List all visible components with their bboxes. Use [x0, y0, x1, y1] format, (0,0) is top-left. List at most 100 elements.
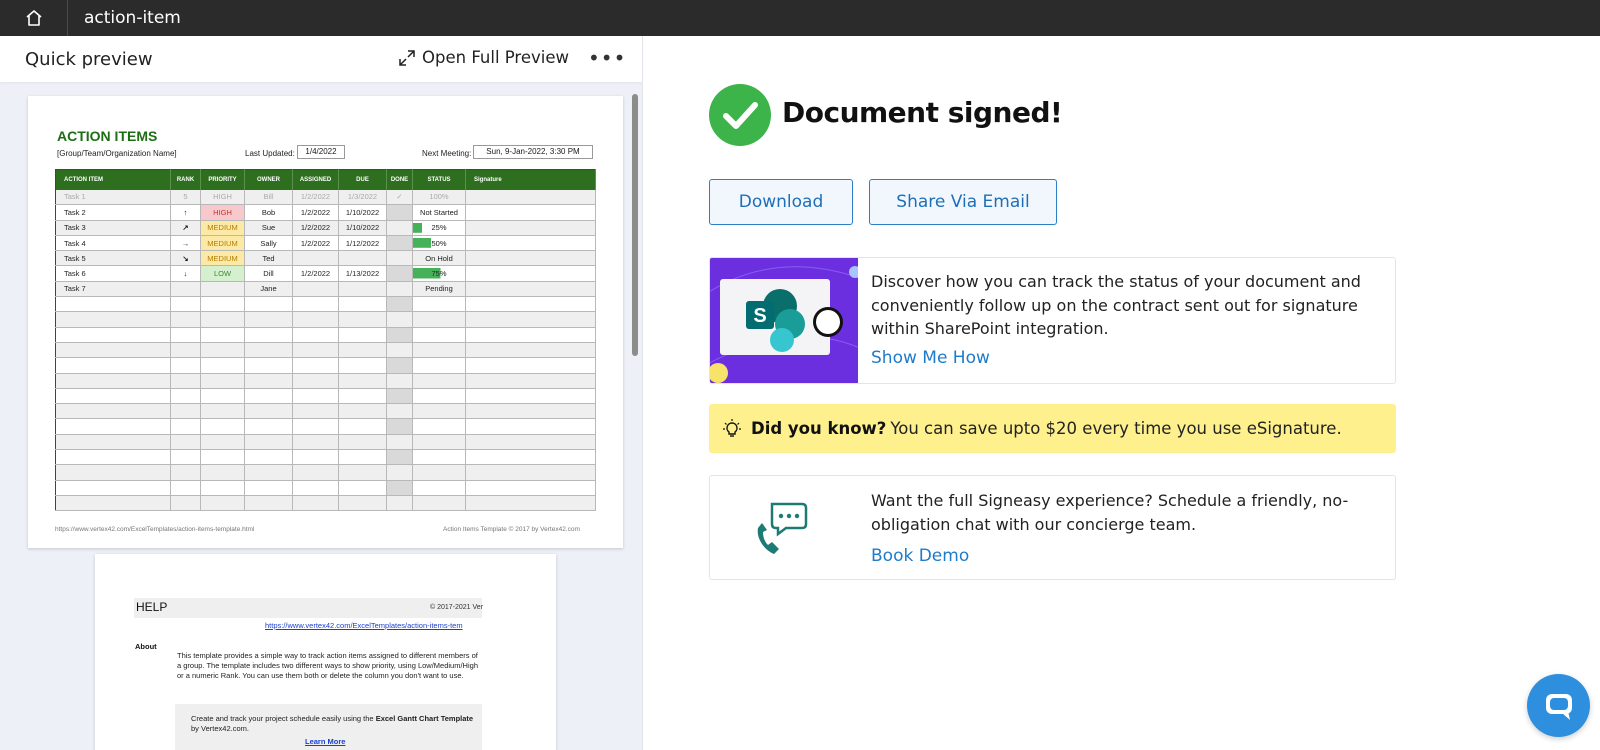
tip-banner: Did you know? You can save upto $20 ever…	[709, 404, 1396, 453]
table-cell	[55, 311, 171, 328]
table-cell: Sally	[244, 235, 293, 252]
book-demo-link[interactable]: Book Demo	[871, 546, 969, 566]
table-cell	[55, 495, 171, 512]
table-cell: Task 4	[55, 235, 171, 252]
table-cell	[465, 418, 596, 435]
home-icon	[25, 10, 42, 26]
table-cell	[200, 434, 245, 451]
table-cell: Task 7	[55, 281, 171, 298]
preview-page-2: HELP © 2017-2021 Ver https://www.vertex4…	[95, 554, 556, 750]
table-cell	[386, 327, 413, 343]
table-cell	[170, 357, 201, 374]
table-cell	[200, 373, 245, 389]
learn-more-link: Learn More	[305, 737, 346, 746]
table-cell: Task 5	[55, 250, 171, 267]
table-cell	[55, 296, 171, 313]
svg-text:S: S	[753, 305, 766, 327]
table-cell	[55, 388, 171, 405]
table-cell	[465, 327, 596, 343]
table-cell	[465, 480, 596, 496]
chat-icon	[1545, 693, 1572, 720]
home-button[interactable]	[0, 0, 68, 36]
table-cell	[170, 449, 201, 466]
table-cell	[338, 342, 387, 359]
table-row: Task 6 ↓ LOW Dill 1/2/2022 1/13/2022 75%	[55, 265, 596, 282]
action-items-table: ACTION ITEM RANK PRIORITY OWNER ASSIGNED…	[55, 169, 596, 512]
gantt-text-bold: Excel Gantt Chart Template	[375, 714, 474, 723]
table-cell	[200, 464, 245, 481]
next-meeting-value: Sun, 9-Jan-2022, 3:30 PM	[473, 145, 593, 159]
table-cell	[55, 434, 171, 451]
tip-heading: Did you know?	[751, 419, 887, 438]
table-cell	[338, 327, 387, 343]
table-cell	[292, 327, 339, 343]
table-cell	[292, 281, 339, 298]
gantt-text-pre: Create and track your project schedule e…	[191, 714, 376, 723]
column-header: OWNER	[244, 169, 293, 190]
table-cell: Not Started	[412, 204, 466, 221]
share-via-email-button[interactable]: Share Via Email	[869, 179, 1057, 225]
about-heading: About	[135, 642, 157, 651]
table-row: Task 5 ↘ MEDIUM Ted On Hold	[55, 250, 596, 267]
table-cell	[412, 342, 466, 359]
table-row	[55, 327, 596, 343]
table-cell	[338, 296, 387, 313]
table-cell: 1/12/2022	[338, 235, 387, 252]
next-meeting-label: Next Meeting:	[422, 149, 472, 158]
download-button[interactable]: Download	[709, 179, 853, 225]
table-cell	[55, 464, 171, 481]
table-cell: 1/10/2022	[338, 204, 387, 221]
table-cell	[465, 464, 596, 481]
table-cell	[244, 449, 293, 466]
last-updated-value: 1/4/2022	[297, 145, 345, 159]
sharepoint-promo-card: S Discover how you can track the status …	[709, 257, 1396, 384]
table-row: Task 3 ↗ MEDIUM Sue 1/2/2022 1/10/2022 25%	[55, 220, 596, 236]
table-cell: ↘	[170, 250, 201, 267]
table-cell	[386, 296, 413, 313]
table-cell	[412, 311, 466, 328]
table-cell	[55, 357, 171, 374]
table-cell	[465, 250, 596, 267]
table-row	[55, 434, 596, 451]
table-cell	[386, 311, 413, 328]
table-cell	[386, 403, 413, 420]
table-cell	[292, 480, 339, 496]
table-cell	[200, 311, 245, 328]
table-cell	[244, 296, 293, 313]
table-cell	[170, 464, 201, 481]
table-cell: Dill	[244, 265, 293, 282]
table-cell	[55, 403, 171, 420]
table-cell	[244, 327, 293, 343]
gantt-text: Create and track your project schedule e…	[191, 714, 481, 734]
table-cell	[244, 357, 293, 374]
table-cell: 1/2/2022	[292, 204, 339, 221]
table-cell	[200, 388, 245, 405]
table-cell	[465, 403, 596, 420]
table-cell	[170, 311, 201, 328]
chat-button[interactable]	[1527, 674, 1590, 737]
table-cell	[465, 342, 596, 359]
open-full-preview-button[interactable]: Open Full Preview	[398, 48, 569, 67]
table-cell	[244, 342, 293, 359]
table-cell: 1/13/2022	[338, 265, 387, 282]
table-cell	[412, 449, 466, 466]
page-footer-url: https://www.vertex42.com/ExcelTemplates/…	[55, 526, 255, 533]
table-cell: 50%	[412, 235, 466, 252]
table-cell	[338, 480, 387, 496]
table-cell	[412, 373, 466, 389]
table-cell	[244, 434, 293, 451]
table-cell	[200, 342, 245, 359]
preview-scrollbar[interactable]	[632, 94, 638, 356]
table-cell	[386, 373, 413, 389]
table-cell	[465, 373, 596, 389]
table-cell	[465, 311, 596, 328]
table-cell	[465, 357, 596, 374]
table-cell	[465, 281, 596, 298]
table-cell: 1/2/2022	[292, 235, 339, 252]
show-me-how-link[interactable]: Show Me How	[871, 348, 990, 368]
sharepoint-promo-text: Discover how you can track the status of…	[871, 272, 1361, 338]
table-cell: Task 2	[55, 204, 171, 221]
table-cell: 1/3/2022	[338, 189, 387, 206]
book-demo-text: Want the full Signeasy experience? Sched…	[871, 491, 1349, 534]
more-icon[interactable]: •••	[588, 48, 626, 68]
